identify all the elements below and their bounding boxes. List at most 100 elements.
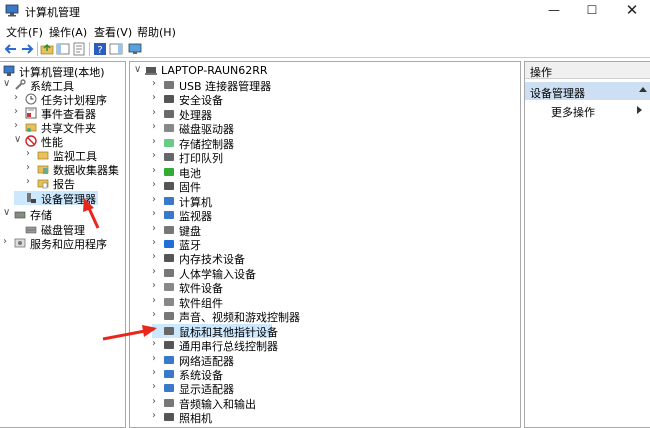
expand-arrow-icon[interactable]: › — [26, 162, 35, 173]
expand-arrow-icon[interactable]: ∨ — [134, 64, 143, 75]
maximize-button[interactable]: ☐ — [572, 0, 612, 22]
expand-arrow-icon[interactable]: › — [152, 223, 161, 234]
expand-arrow-icon[interactable]: ∨ — [14, 134, 23, 145]
expand-arrow-icon[interactable]: › — [152, 381, 161, 392]
toolbar-separator — [89, 42, 90, 56]
expand-arrow-icon[interactable]: › — [152, 194, 161, 205]
expand-arrow-icon[interactable]: › — [26, 148, 35, 159]
expand-arrow-icon[interactable]: ∨ — [3, 207, 12, 218]
tree-item-shared-folders[interactable]: › 共享文件夹 — [14, 120, 124, 135]
forward-arrow-icon[interactable] — [20, 42, 34, 56]
expand-arrow-icon[interactable]: › — [152, 251, 161, 262]
monitor-scan-icon[interactable] — [128, 42, 142, 56]
computer-management-icon — [5, 4, 19, 17]
expand-arrow-icon[interactable]: › — [14, 92, 23, 103]
expand-arrow-icon[interactable]: › — [152, 353, 161, 364]
menu-view[interactable]: 查看(V) — [94, 24, 132, 40]
device-root-label: LAPTOP-RAUN62RR — [161, 64, 268, 77]
menu-file[interactable]: 文件(F) — [6, 24, 43, 40]
expand-arrow-icon[interactable]: › — [152, 107, 161, 118]
expand-arrow-icon[interactable]: › — [152, 410, 161, 421]
camera-icon — [164, 413, 174, 422]
audio-io-icon — [164, 398, 174, 407]
tree-item-disk-management[interactable]: 磁盘管理 — [14, 222, 124, 237]
up-folder-icon[interactable] — [40, 42, 54, 56]
expand-arrow-icon[interactable]: › — [152, 179, 161, 190]
tree-item-system-tools[interactable]: ∨ 系统工具 — [3, 78, 113, 93]
expand-arrow-icon[interactable]: › — [152, 208, 161, 219]
expand-arrow-icon[interactable]: › — [152, 121, 161, 132]
device-tree-pane[interactable]: ∨ LAPTOP-RAUN62RR › USB 连接器管理器 › 安全设备 › 处理器 › 磁… — [129, 61, 521, 428]
close-button[interactable]: ✕ — [612, 0, 650, 22]
menu-bar: 文件(F) 操作(A) 查看(V) 帮助(H) — [0, 22, 650, 40]
title-bar: 计算机管理 — ☐ ✕ — [0, 0, 650, 22]
expand-arrow-icon[interactable]: › — [152, 165, 161, 176]
expand-arrow-icon[interactable]: › — [14, 106, 23, 117]
expand-arrow-icon[interactable]: › — [26, 176, 35, 187]
tree-item-data-collector-sets[interactable]: › 数据收集器集 — [26, 162, 126, 177]
expand-arrow-icon[interactable]: › — [3, 236, 12, 247]
expand-arrow-icon[interactable]: › — [152, 396, 161, 407]
data-collector-icon — [37, 165, 49, 174]
menu-action[interactable]: 操作(A) — [49, 24, 87, 40]
expand-arrow-icon[interactable]: › — [152, 266, 161, 277]
monitor-tool-icon — [37, 151, 49, 160]
expand-arrow-icon[interactable]: › — [152, 338, 161, 349]
usb-controller-icon — [164, 341, 174, 350]
properties-icon[interactable] — [72, 42, 86, 56]
window-title: 计算机管理 — [25, 6, 80, 19]
tree-item-label: 报告 — [53, 178, 75, 191]
tree-item-storage[interactable]: ∨ 存储 — [3, 207, 113, 222]
help-icon[interactable]: ? — [93, 42, 107, 56]
services-icon — [14, 238, 26, 248]
minimize-button[interactable]: — — [534, 0, 574, 22]
collapse-triangle-icon[interactable] — [639, 87, 647, 92]
tree-item-services-and-applications[interactable]: › 服务和应用程序 — [3, 236, 123, 251]
actions-header: 操作 — [525, 62, 650, 79]
console-tree-pane[interactable]: 计算机管理(本地) ∨ 系统工具 › 任务计划程序 › 事件查看器 › 共享文件… — [0, 61, 126, 428]
tree-item-computer-management[interactable]: 计算机管理(本地) — [0, 64, 112, 79]
expand-arrow-icon[interactable]: › — [152, 324, 161, 335]
expand-arrow-icon[interactable]: › — [152, 92, 161, 103]
expand-arrow-icon[interactable]: › — [152, 295, 161, 306]
device-root[interactable]: ∨ LAPTOP-RAUN62RR — [134, 64, 274, 78]
submenu-arrow-icon[interactable] — [637, 106, 642, 114]
device-category-label: 照相机 — [179, 412, 212, 426]
tree-item-device-manager[interactable]: 设备管理器 — [14, 191, 98, 206]
report-icon — [37, 179, 49, 189]
expand-arrow-icon[interactable]: › — [152, 367, 161, 378]
expand-arrow-icon[interactable]: › — [152, 150, 161, 161]
tree-item-label: 设备管理器 — [41, 193, 96, 206]
tree-item-label: 服务和应用程序 — [30, 238, 107, 251]
more-actions-link[interactable]: 更多操作 — [551, 104, 595, 120]
back-arrow-icon[interactable] — [4, 42, 18, 56]
display-adapter-icon — [164, 384, 174, 393]
human-interface-icon — [164, 268, 174, 277]
tree-item-event-viewer[interactable]: › 事件查看器 — [14, 106, 124, 121]
show-hide-action-pane-icon[interactable] — [109, 42, 123, 56]
print-queue-icon — [164, 153, 174, 162]
show-console-tree-icon[interactable] — [56, 42, 70, 56]
tree-item-performance[interactable]: ∨ 性能 — [14, 134, 124, 149]
tree-item-monitoring-tools[interactable]: › 监视工具 — [26, 148, 126, 163]
actions-pane: 操作 设备管理器 更多操作 — [524, 61, 650, 428]
expand-arrow-icon[interactable]: › — [14, 120, 23, 131]
shared-folder-icon — [25, 123, 37, 132]
bluetooth-icon — [164, 239, 174, 248]
clock-icon — [25, 93, 37, 105]
expand-arrow-icon[interactable]: ∨ — [3, 78, 12, 89]
expand-arrow-icon[interactable]: › — [152, 78, 161, 89]
expand-arrow-icon[interactable]: › — [152, 280, 161, 291]
tree-item-task-scheduler[interactable]: › 任务计划程序 — [14, 92, 124, 107]
security-device-icon — [164, 95, 174, 104]
device-category-row[interactable]: › 鼠标和其他指针设备 — [152, 323, 278, 339]
battery-icon — [164, 167, 174, 176]
tree-item-reports[interactable]: › 报告 — [26, 176, 126, 191]
expand-arrow-icon[interactable]: › — [152, 237, 161, 248]
actions-section-label: 设备管理器 — [530, 87, 585, 100]
menu-help[interactable]: 帮助(H) — [137, 24, 176, 40]
expand-arrow-icon[interactable]: › — [152, 309, 161, 320]
actions-section-device-manager[interactable]: 设备管理器 — [525, 82, 650, 100]
memory-technology-icon — [164, 254, 174, 263]
expand-arrow-icon[interactable]: › — [152, 136, 161, 147]
